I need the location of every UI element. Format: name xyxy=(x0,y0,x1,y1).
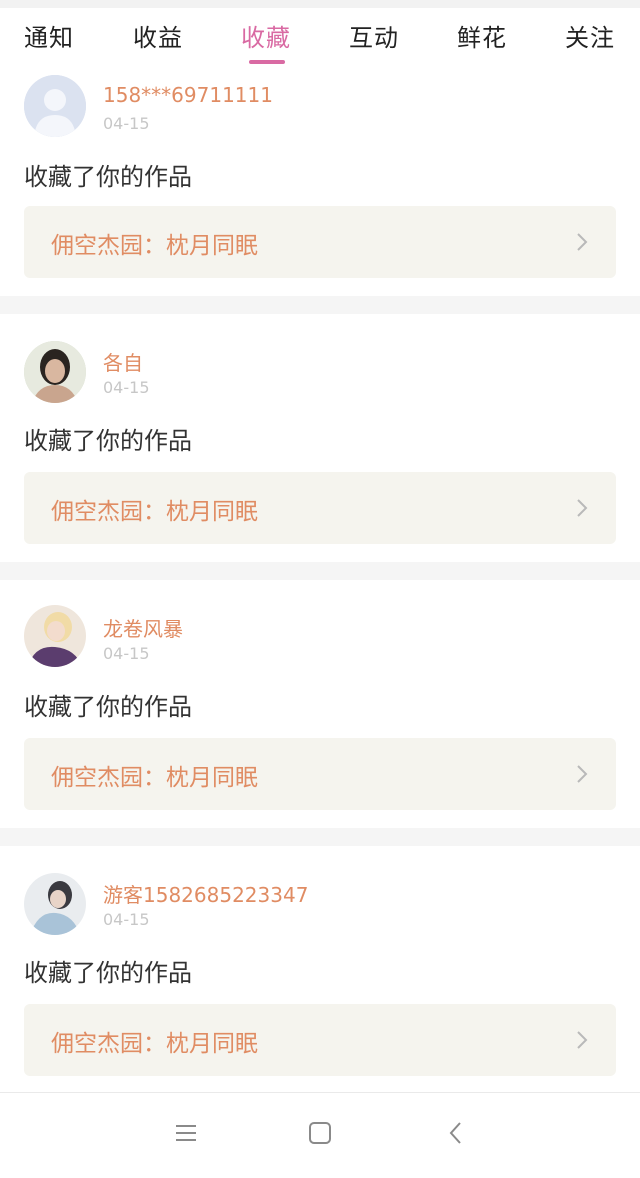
work-link[interactable]: 佣空杰园：枕月同眠 xyxy=(24,472,616,544)
timestamp: 04-15 xyxy=(103,114,150,133)
timestamp: 04-15 xyxy=(103,378,150,397)
work-link[interactable]: 佣空杰园：枕月同眠 xyxy=(24,206,616,278)
timestamp: 04-15 xyxy=(103,910,150,929)
avatar[interactable] xyxy=(24,605,86,667)
default-avatar-icon[interactable] xyxy=(24,75,86,137)
tab-earnings[interactable]: 收益 xyxy=(133,18,183,53)
divider xyxy=(0,296,640,314)
action-text: 收藏了你的作品 xyxy=(24,959,192,987)
list-item: 各自 04-15 收藏了你的作品 佣空杰园：枕月同眠 xyxy=(0,314,640,562)
work-title: 佣空杰园：枕月同眠 xyxy=(51,765,258,791)
tab-following[interactable]: 关注 xyxy=(565,18,615,53)
username[interactable]: 158***69711111 xyxy=(103,83,273,107)
action-text: 收藏了你的作品 xyxy=(24,163,192,191)
tab-favorites[interactable]: 收藏 xyxy=(241,18,291,53)
timestamp: 04-15 xyxy=(103,644,150,663)
tab-bar: 通知 收益 收藏 互动 鲜花 关注 xyxy=(0,8,640,66)
tab-notifications[interactable]: 通知 xyxy=(24,18,74,53)
list-item: 龙卷风暴 04-15 收藏了你的作品 佣空杰园：枕月同眠 xyxy=(0,580,640,828)
work-title: 佣空杰园：枕月同眠 xyxy=(51,233,258,259)
tab-interactions[interactable]: 互动 xyxy=(349,18,399,53)
divider xyxy=(0,562,640,580)
work-link[interactable]: 佣空杰园：枕月同眠 xyxy=(24,1004,616,1076)
back-chevron-icon[interactable] xyxy=(444,1121,468,1145)
work-title: 佣空杰园：枕月同眠 xyxy=(51,499,258,525)
chevron-right-icon xyxy=(577,233,588,251)
list-item: 158***69711111 04-15 收藏了你的作品 佣空杰园：枕月同眠 xyxy=(0,66,640,296)
avatar[interactable] xyxy=(24,873,86,935)
username[interactable]: 游客1582685223347 xyxy=(103,879,308,908)
chevron-right-icon xyxy=(577,1031,588,1049)
username[interactable]: 各自 xyxy=(103,347,143,376)
avatar[interactable] xyxy=(24,341,86,403)
status-strip xyxy=(0,0,640,8)
home-square-icon[interactable] xyxy=(308,1121,332,1145)
username[interactable]: 龙卷风暴 xyxy=(103,613,183,642)
work-link[interactable]: 佣空杰园：枕月同眠 xyxy=(24,738,616,810)
action-text: 收藏了你的作品 xyxy=(24,693,192,721)
chevron-right-icon xyxy=(577,499,588,517)
active-tab-indicator xyxy=(249,60,285,64)
list-item: 游客1582685223347 04-15 收藏了你的作品 佣空杰园：枕月同眠 xyxy=(0,846,640,1092)
menu-icon[interactable] xyxy=(174,1121,198,1145)
action-text: 收藏了你的作品 xyxy=(24,427,192,455)
system-nav-bar xyxy=(0,1092,640,1178)
work-title: 佣空杰园：枕月同眠 xyxy=(51,1031,258,1057)
chevron-right-icon xyxy=(577,765,588,783)
tab-flowers[interactable]: 鲜花 xyxy=(457,18,507,53)
divider xyxy=(0,828,640,846)
